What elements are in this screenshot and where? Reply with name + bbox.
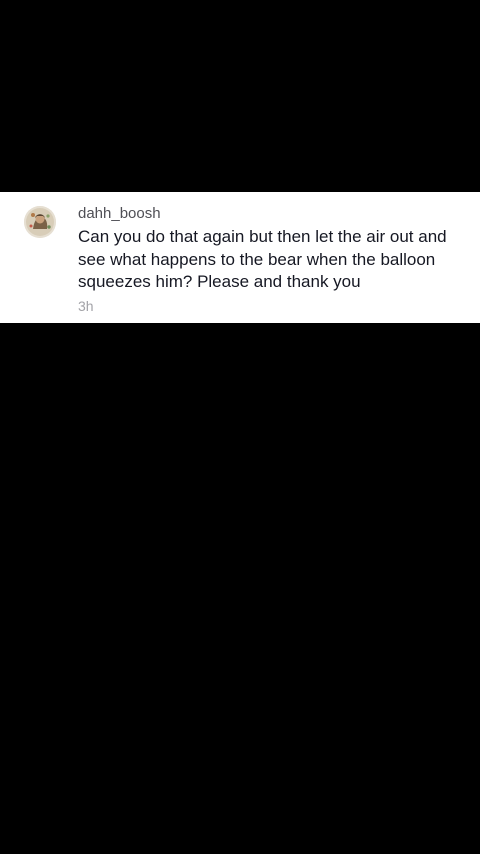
screen: dahh_boosh Can you do that again but the… — [0, 0, 480, 854]
comment-text: Can you do that again but then let the a… — [78, 227, 447, 291]
comment-username[interactable]: dahh_boosh — [78, 204, 470, 223]
comment-timestamp: 3h — [78, 297, 94, 314]
user-avatar-icon[interactable] — [24, 206, 56, 238]
comment-card: dahh_boosh Can you do that again but the… — [0, 192, 480, 323]
comment-body: dahh_boosh Can you do that again but the… — [78, 204, 470, 315]
